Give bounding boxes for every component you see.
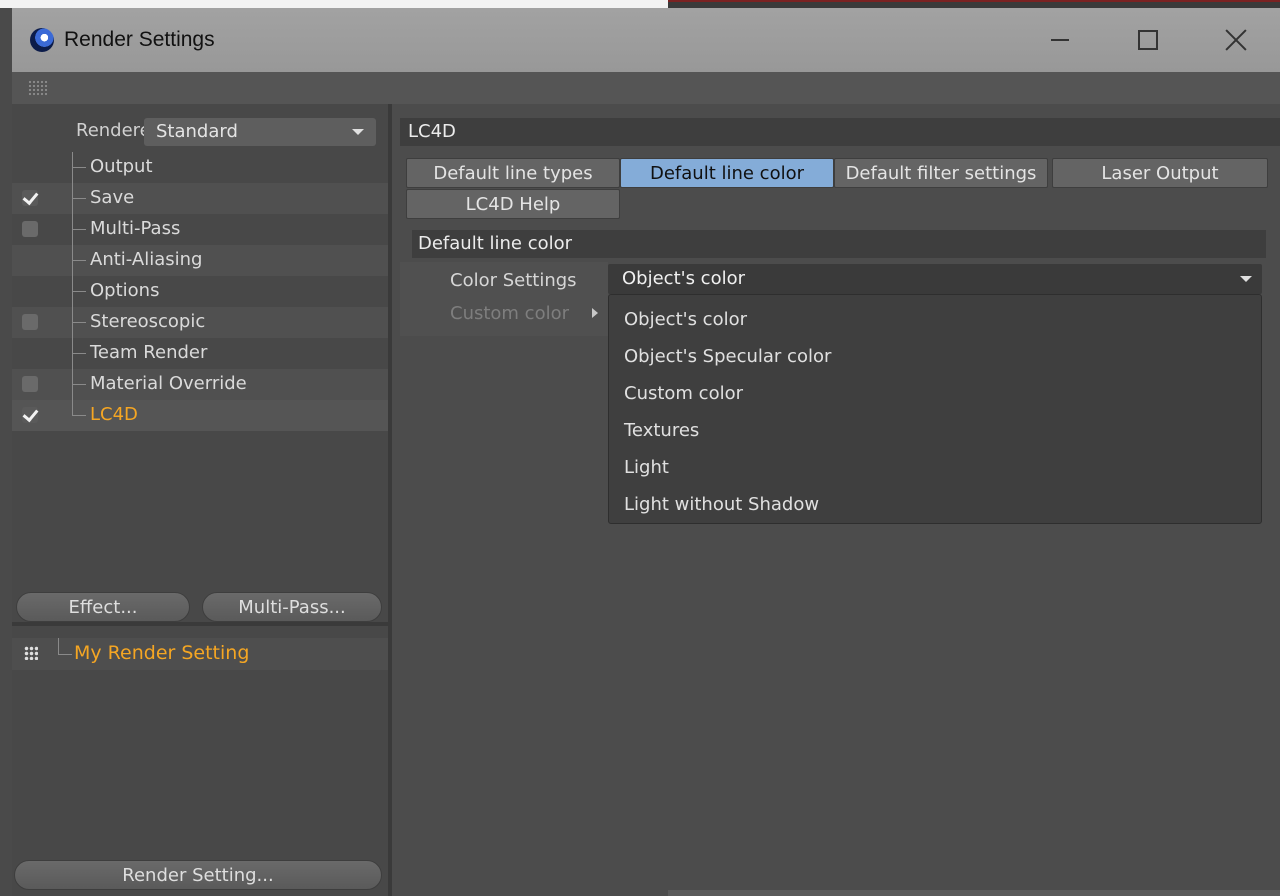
tree-item-label: Stereoscopic (90, 311, 206, 332)
close-icon (1225, 29, 1247, 51)
render-setting-button[interactable]: Render Setting... (14, 860, 382, 890)
close-button[interactable] (1192, 8, 1280, 72)
lc4d-checkbox[interactable] (22, 407, 38, 423)
render-setting-name: My Render Setting (74, 642, 250, 664)
cinema4d-app-icon (30, 28, 54, 52)
tab-default-line-types[interactable]: Default line types (406, 158, 620, 188)
renderer-row: Renderer Standard (12, 116, 388, 148)
tree-item-label: Output (90, 156, 153, 177)
tree-branch (72, 353, 86, 354)
panel-grip-bar (12, 72, 1280, 104)
tree-item-multi-pass[interactable]: Multi-Pass (12, 214, 388, 245)
bottom-strip (668, 890, 1280, 896)
tab-default-filter-settings[interactable]: Default filter settings (834, 158, 1048, 188)
maximize-icon (1138, 30, 1158, 50)
render-setting-item[interactable]: My Render Setting (12, 638, 388, 670)
tree-item-material-override[interactable]: Material Override (12, 369, 388, 400)
menu-item-light-without-shadow[interactable]: Light without Shadow (624, 494, 819, 515)
dropdown-value: Object's color (622, 268, 745, 289)
tree-item-options[interactable]: Options (12, 276, 388, 307)
color-settings-menu: Object's color Object's Specular color C… (608, 294, 1262, 524)
top-strip-dark (668, 0, 1280, 8)
tree-item-label: Multi-Pass (90, 218, 181, 239)
subsection-title: Default line color (412, 230, 1266, 258)
tree-item-stereoscopic[interactable]: Stereoscopic (12, 307, 388, 338)
tree-item-lc4d[interactable]: LC4D (12, 400, 388, 431)
tree-branch (72, 415, 86, 416)
custom-color-label: Custom color (450, 303, 570, 324)
tree-line (72, 400, 73, 416)
renderer-select[interactable]: Standard (144, 118, 376, 146)
chevron-down-icon (1240, 276, 1252, 282)
tree-line (58, 638, 59, 654)
tree-item-label: Save (90, 187, 135, 208)
tree-item-label: Anti-Aliasing (90, 249, 203, 270)
menu-item-textures[interactable]: Textures (624, 420, 699, 441)
renderer-value: Standard (156, 121, 238, 142)
tree-branch (72, 198, 86, 199)
render-setting-icon (24, 646, 38, 660)
tree-item-label: Options (90, 280, 160, 301)
tree-item-team-render[interactable]: Team Render (12, 338, 388, 369)
multi-pass-checkbox[interactable] (22, 221, 38, 237)
grip-dots-icon[interactable] (28, 80, 48, 96)
tree-item-label: Team Render (90, 342, 208, 363)
minimize-button[interactable] (1016, 8, 1104, 72)
tree-branch (72, 322, 86, 323)
menu-item-light[interactable]: Light (624, 457, 669, 478)
tree-item-save[interactable]: Save (12, 183, 388, 214)
tree-item-output[interactable]: Output (12, 152, 388, 183)
title-bar: Render Settings (12, 8, 1280, 72)
tab-laser-output[interactable]: Laser Output (1052, 158, 1268, 188)
menu-item-custom-color[interactable]: Custom color (624, 383, 743, 404)
section-title: LC4D (400, 118, 1280, 146)
right-panel: LC4D Default line types Default line col… (392, 104, 1280, 896)
top-strip (0, 0, 1280, 8)
tree-item-label: LC4D (90, 404, 138, 425)
effect-button[interactable]: Effect... (16, 592, 190, 622)
maximize-button[interactable] (1104, 8, 1192, 72)
render-settings-tree: Output Save Multi-Pass Anti-Aliasing Opt… (12, 152, 388, 431)
stereoscopic-checkbox[interactable] (22, 314, 38, 330)
tree-item-anti-aliasing[interactable]: Anti-Aliasing (12, 245, 388, 276)
tab-lc4d-help[interactable]: LC4D Help (406, 189, 620, 219)
menu-item-objects-specular-color[interactable]: Object's Specular color (624, 346, 831, 367)
left-panel: Renderer Standard Output Save Multi-Pass… (12, 104, 388, 896)
color-settings-dropdown[interactable]: Object's color (608, 264, 1262, 294)
tree-branch (58, 654, 72, 655)
menu-item-objects-color[interactable]: Object's color (624, 309, 747, 330)
tree-branch (72, 291, 86, 292)
window-title: Render Settings (64, 28, 215, 51)
color-settings-label: Color Settings (450, 270, 577, 291)
expand-arrow-icon[interactable] (592, 308, 598, 318)
tree-branch (72, 167, 86, 168)
save-checkbox[interactable] (22, 190, 38, 206)
tree-branch (72, 384, 86, 385)
tab-default-line-color[interactable]: Default line color (620, 158, 834, 188)
tree-branch (72, 260, 86, 261)
chevron-down-icon (352, 129, 364, 135)
panel-separator (12, 622, 388, 626)
multi-pass-button[interactable]: Multi-Pass... (202, 592, 382, 622)
minimize-icon (1051, 39, 1069, 41)
material-override-checkbox[interactable] (22, 376, 38, 392)
tree-branch (72, 229, 86, 230)
tree-item-label: Material Override (90, 373, 247, 394)
